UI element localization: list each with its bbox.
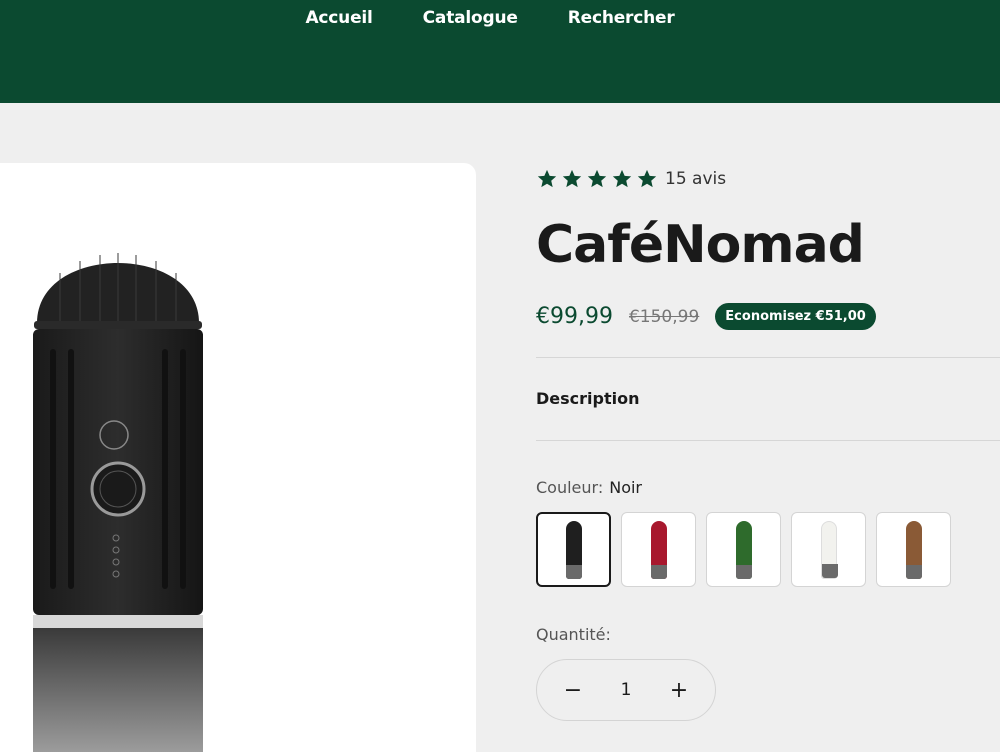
swatch-thumbnail [565, 520, 582, 579]
color-label: Couleur: Noir [536, 478, 642, 497]
star-icon [536, 168, 560, 190]
increase-quantity-button[interactable]: + [669, 678, 689, 703]
swatch-thumbnail [905, 520, 922, 579]
quantity-label: Quantité: [536, 625, 611, 644]
quantity-stepper: − 1 + [536, 659, 716, 721]
savings-badge: Economisez €51,00 [715, 303, 876, 330]
color-label-text: Couleur: [536, 478, 604, 497]
product-title: CaféNomad [536, 215, 865, 275]
swatch-bois[interactable] [876, 512, 951, 587]
reviews-count[interactable]: 15 avis [665, 169, 726, 189]
divider [536, 357, 1000, 358]
coffee-maker-image [33, 253, 203, 752]
nav-accueil[interactable]: Accueil [305, 8, 372, 28]
decrease-quantity-button[interactable]: − [563, 678, 583, 703]
swatch-noir[interactable] [536, 512, 611, 587]
price-row: €99,99 €150,99 Economisez €51,00 [536, 303, 876, 330]
star-icon [561, 168, 585, 190]
swatch-vert[interactable] [706, 512, 781, 587]
product-rating[interactable]: 15 avis [536, 168, 726, 190]
star-icon [586, 168, 610, 190]
main-nav: Accueil Catalogue Rechercher [0, 8, 1000, 28]
swatch-blanc[interactable] [791, 512, 866, 587]
product-image[interactable] [0, 163, 476, 752]
swatch-thumbnail [650, 520, 667, 579]
color-selected-value: Noir [609, 478, 642, 497]
rating-stars [536, 168, 660, 190]
sale-price: €99,99 [536, 304, 613, 329]
swatch-thumbnail [735, 520, 752, 579]
divider [536, 440, 1000, 441]
description-toggle[interactable]: Description [536, 389, 639, 408]
color-swatches [536, 512, 951, 587]
star-icon [636, 168, 660, 190]
nav-rechercher[interactable]: Rechercher [568, 8, 675, 28]
swatch-thumbnail [820, 520, 838, 579]
quantity-input[interactable]: 1 [621, 680, 632, 700]
swatch-rouge[interactable] [621, 512, 696, 587]
compare-price: €150,99 [628, 306, 700, 327]
nav-catalogue[interactable]: Catalogue [423, 8, 518, 28]
site-header: Accueil Catalogue Rechercher [0, 0, 1000, 103]
star-icon [611, 168, 635, 190]
